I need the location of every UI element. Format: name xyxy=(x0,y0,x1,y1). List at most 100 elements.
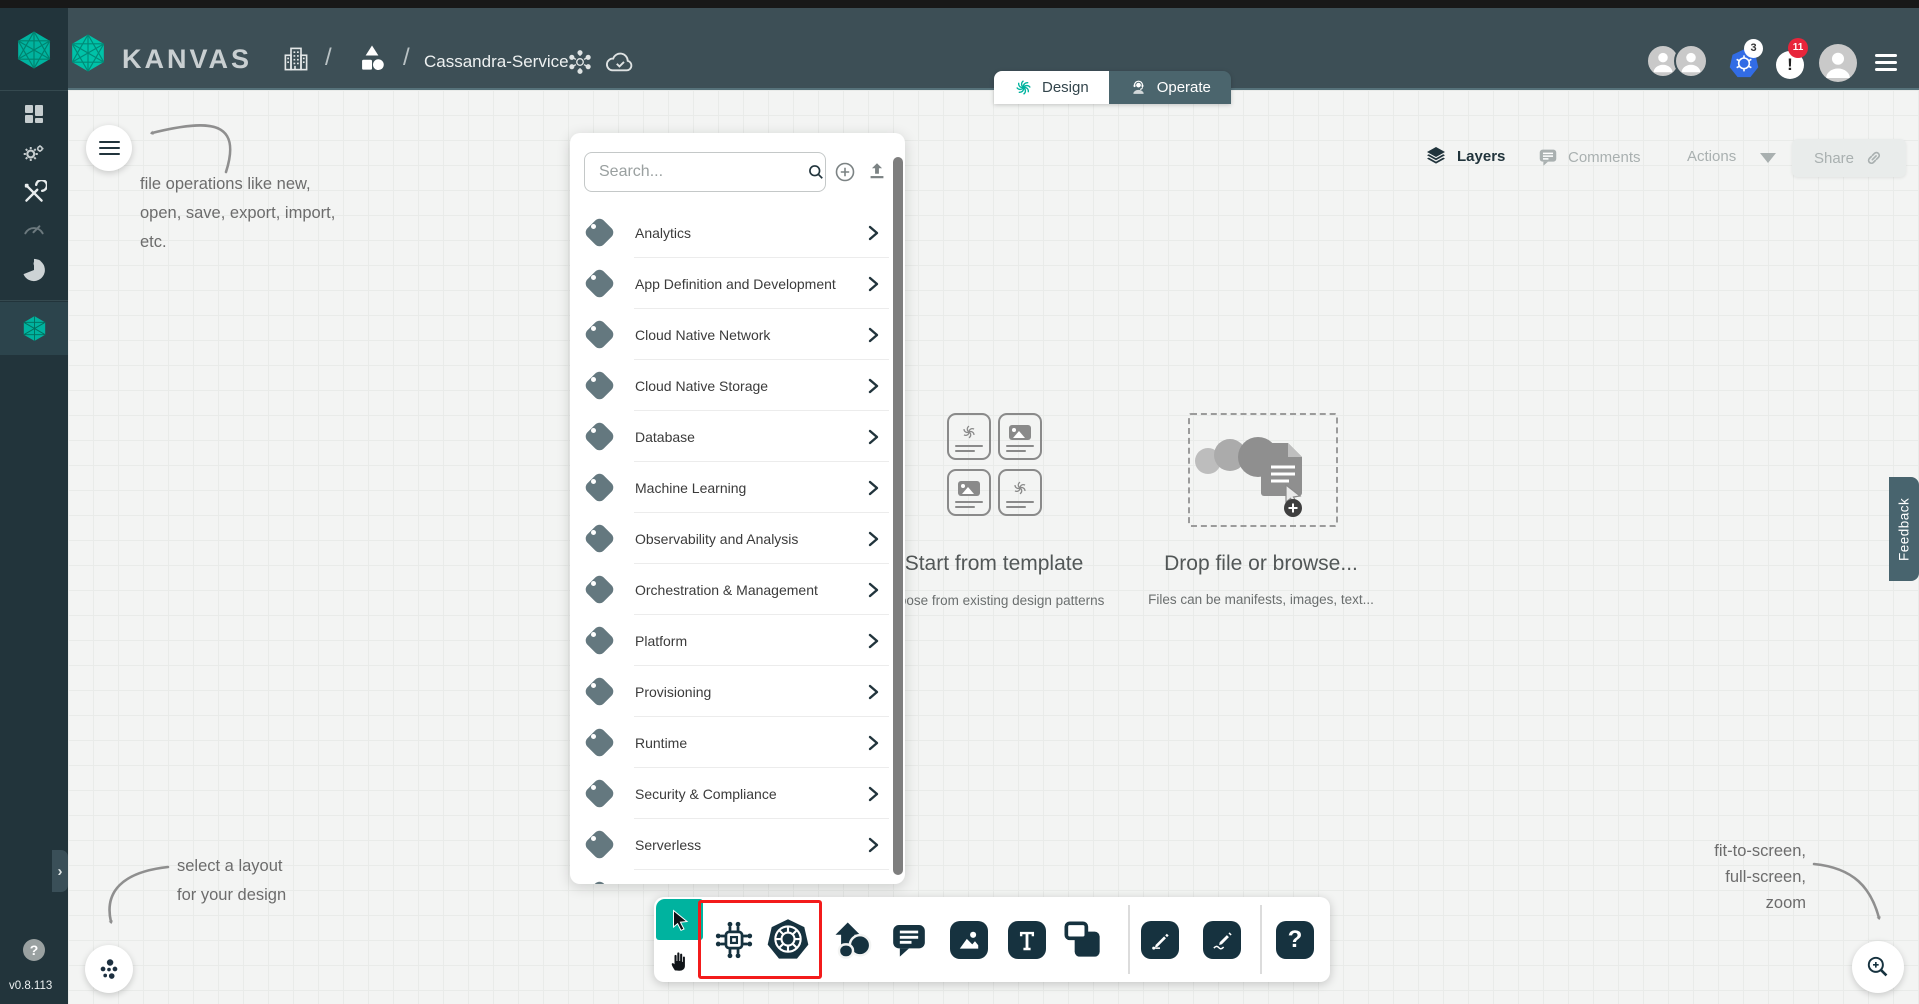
actions-caret-icon[interactable] xyxy=(1760,153,1776,163)
meshery-logo-icon[interactable] xyxy=(14,30,54,70)
chevron-right-icon[interactable] xyxy=(868,837,879,853)
feedback-tab[interactable]: Feedback xyxy=(1889,477,1919,581)
sidebar-item-configuration[interactable] xyxy=(0,180,68,206)
category-row-orchestration[interactable]: Orchestration & Management xyxy=(570,564,905,615)
start-from-template-button[interactable] xyxy=(947,413,1042,516)
question-mark-icon: ? xyxy=(1288,926,1303,954)
category-row-app-definition[interactable]: App Definition and Development xyxy=(570,258,905,309)
chevron-right-icon[interactable] xyxy=(868,582,879,598)
category-row-database[interactable]: Database xyxy=(570,411,905,462)
annotation-zoom-controls: fit-to-screen, full-screen, zoom xyxy=(1660,838,1806,916)
category-tag-icon xyxy=(583,828,617,862)
chevron-right-icon[interactable] xyxy=(868,684,879,700)
category-row-clipped[interactable] xyxy=(570,870,905,884)
search-input[interactable] xyxy=(599,163,806,181)
import-upload-icon[interactable] xyxy=(866,160,888,182)
text-tool[interactable] xyxy=(1008,921,1046,959)
app-title: KANVAS xyxy=(122,44,252,75)
component-search[interactable] xyxy=(584,152,826,192)
mesh-sync-icon[interactable] xyxy=(566,48,594,76)
help-tool[interactable]: ? xyxy=(1276,921,1314,959)
drawing-toolbar: ? xyxy=(654,897,1330,982)
pan-tool[interactable] xyxy=(656,941,703,980)
chevron-right-icon[interactable] xyxy=(868,327,879,343)
api-component-tool[interactable] xyxy=(712,918,756,962)
collaborator-avatar[interactable] xyxy=(1674,44,1708,78)
freehand-draw-tool[interactable] xyxy=(1203,921,1241,959)
chevron-right-icon[interactable] xyxy=(868,531,879,547)
template-thumb-image xyxy=(998,413,1042,460)
category-row-platform[interactable]: Platform xyxy=(570,615,905,666)
tab-operate-label: Operate xyxy=(1157,79,1211,96)
chevron-right-icon[interactable] xyxy=(868,633,879,649)
category-row-security[interactable]: Security & Compliance xyxy=(570,768,905,819)
panel-scrollbar[interactable] xyxy=(893,157,903,875)
category-row-machine-learning[interactable]: Machine Learning xyxy=(570,462,905,513)
note-tool[interactable] xyxy=(1063,920,1103,960)
version-label: v0.8.113 xyxy=(9,980,52,992)
chevron-right-icon[interactable] xyxy=(868,480,879,496)
category-row-analytics[interactable]: Analytics xyxy=(570,207,905,258)
layers-icon xyxy=(1424,144,1448,168)
sidebar-item-kanvas-active[interactable] xyxy=(0,302,68,355)
category-row-cloud-native-network[interactable]: Cloud Native Network xyxy=(570,309,905,360)
template-thumb-design xyxy=(998,469,1042,516)
zoom-controls-button[interactable] xyxy=(1852,941,1904,993)
shapes-tool[interactable] xyxy=(832,919,874,961)
template-thumb-image xyxy=(947,469,991,516)
chevron-right-icon[interactable] xyxy=(868,735,879,751)
header-menu-icon[interactable] xyxy=(1875,50,1897,75)
workspace-icon[interactable] xyxy=(355,42,389,76)
kubernetes-context-icon[interactable]: 3 xyxy=(1728,48,1760,80)
sidebar-item-performance[interactable] xyxy=(0,216,68,242)
category-row-runtime[interactable]: Runtime xyxy=(570,717,905,768)
comments-button[interactable]: Comments xyxy=(1537,146,1641,168)
file-menu-button[interactable] xyxy=(86,125,132,171)
layout-select-button[interactable] xyxy=(85,945,133,993)
sidebar-item-extensions[interactable] xyxy=(0,256,68,284)
chevron-right-icon[interactable] xyxy=(868,378,879,394)
category-row-observability[interactable]: Observability and Analysis xyxy=(570,513,905,564)
sidebar-item-lifecycle[interactable] xyxy=(0,141,68,167)
chevron-right-icon[interactable] xyxy=(868,429,879,445)
help-button[interactable]: ? xyxy=(23,939,45,961)
category-tag-icon xyxy=(583,573,617,607)
add-component-icon[interactable] xyxy=(833,160,857,184)
annotation-file-operations: file operations like new, open, save, ex… xyxy=(140,170,335,257)
template-subtitle: Choose from existing design patterns xyxy=(882,593,1105,608)
cursor-icon xyxy=(668,908,692,932)
select-tool-active[interactable] xyxy=(656,899,703,940)
layers-label: Layers xyxy=(1457,148,1505,165)
organization-icon[interactable] xyxy=(281,44,311,74)
hand-icon xyxy=(667,948,692,973)
tab-design[interactable]: Design xyxy=(994,71,1109,104)
template-title[interactable]: Start from template xyxy=(905,552,1084,576)
category-row-provisioning[interactable]: Provisioning xyxy=(570,666,905,717)
app-header: KANVAS / / Cassandra-Service 3 ! xyxy=(0,8,1919,90)
tab-operate[interactable]: Operate xyxy=(1109,71,1231,104)
user-avatar[interactable] xyxy=(1819,44,1857,82)
category-row-cloud-native-storage[interactable]: Cloud Native Storage xyxy=(570,360,905,411)
sidebar-item-dashboard[interactable] xyxy=(0,102,68,126)
design-canvas[interactable] xyxy=(68,90,1919,1004)
share-button[interactable]: Share xyxy=(1792,139,1906,177)
breadcrumb-design-name[interactable]: Cassandra-Service xyxy=(424,52,569,72)
chevron-right-icon[interactable] xyxy=(868,786,879,802)
alerts-button[interactable]: ! 11 xyxy=(1776,51,1804,79)
drop-title[interactable]: Drop file or browse... xyxy=(1164,552,1358,576)
menu-icon xyxy=(99,137,120,159)
image-tool[interactable] xyxy=(950,921,988,959)
drop-file-zone[interactable] xyxy=(1188,413,1338,527)
actions-dropdown[interactable]: Actions xyxy=(1687,148,1736,165)
comment-tool[interactable] xyxy=(889,920,929,960)
sidebar-collapse-handle[interactable]: › xyxy=(52,850,68,892)
chevron-right-icon[interactable] xyxy=(868,225,879,241)
pen-tool[interactable] xyxy=(1141,921,1179,959)
layers-button[interactable]: Layers xyxy=(1424,144,1505,168)
mode-tabs: Design Operate xyxy=(994,71,1231,104)
category-tag-icon xyxy=(583,522,617,556)
kubernetes-tool[interactable] xyxy=(765,917,811,963)
category-row-serverless[interactable]: Serverless xyxy=(570,819,905,870)
chevron-right-icon[interactable] xyxy=(868,276,879,292)
comments-label: Comments xyxy=(1568,149,1641,166)
